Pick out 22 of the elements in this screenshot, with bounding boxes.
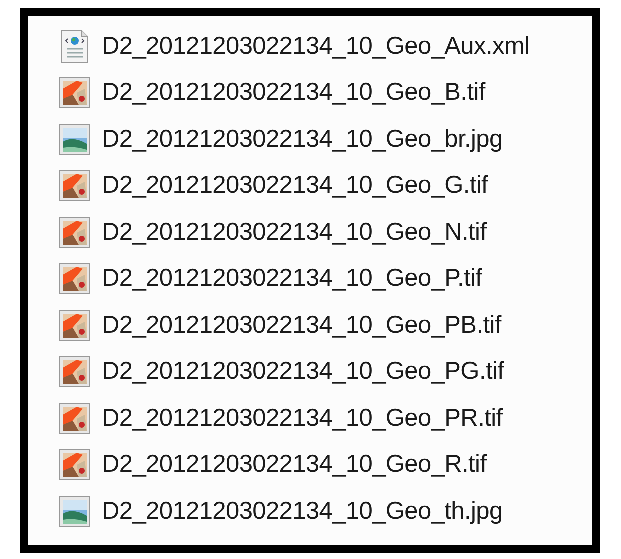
file-name[interactable]: D2_20121203022134_10_Geo_B.tif	[102, 79, 486, 107]
file-name[interactable]: D2_20121203022134_10_Geo_G.tif	[102, 172, 488, 200]
file-name[interactable]: D2_20121203022134_10_Geo_P.tif	[102, 265, 482, 293]
file-name[interactable]: D2_20121203022134_10_Geo_N.tif	[102, 218, 487, 246]
file-name[interactable]: D2_20121203022134_10_Geo_PB.tif	[102, 312, 502, 340]
file-name[interactable]: D2_20121203022134_10_Geo_PG.tif	[102, 358, 504, 386]
image-file-icon	[59, 356, 91, 388]
file-name[interactable]: D2_20121203022134_10_Geo_R.tif	[102, 451, 487, 479]
image-file-icon	[59, 449, 91, 481]
image-file-icon	[59, 216, 91, 248]
file-name[interactable]: D2_20121203022134_10_Geo_br.jpg	[102, 126, 503, 154]
image-file-icon	[59, 77, 91, 109]
picture-file-icon	[59, 496, 91, 528]
image-file-icon	[59, 263, 91, 295]
image-file-icon	[59, 170, 91, 202]
file-name[interactable]: D2_20121203022134_10_Geo_PR.tif	[102, 404, 503, 432]
xml-file-icon	[59, 30, 91, 64]
file-name[interactable]: D2_20121203022134_10_Geo_Aux.xml	[102, 32, 530, 60]
image-file-icon	[59, 310, 91, 342]
file-name[interactable]: D2_20121203022134_10_Geo_th.jpg	[102, 498, 503, 526]
picture-file-icon	[59, 124, 91, 156]
image-file-icon	[59, 402, 91, 434]
